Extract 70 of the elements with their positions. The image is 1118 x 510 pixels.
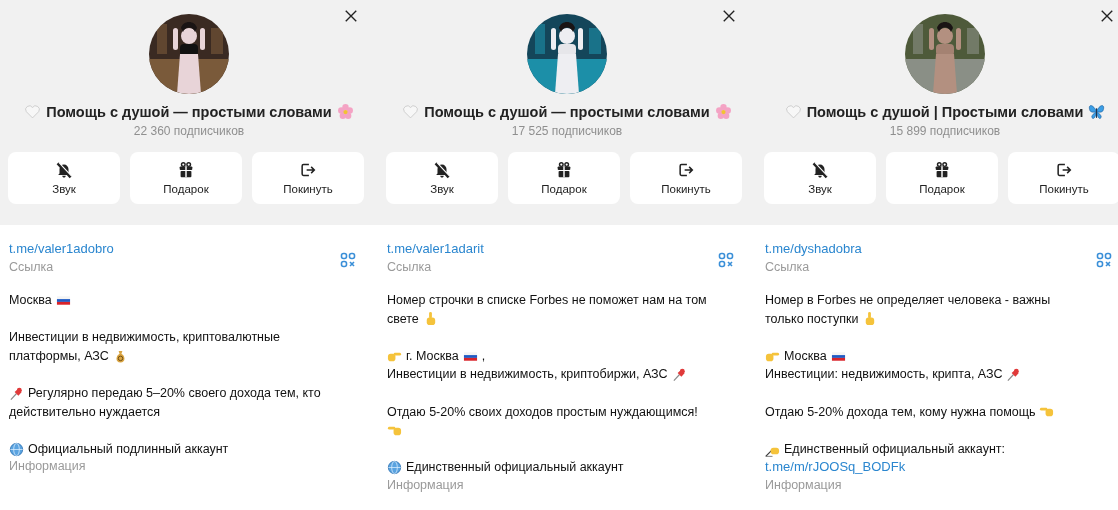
link-caption: Ссылка [9,260,55,274]
gift-icon [933,161,951,179]
channel-title: Помощь с душой | Простыми словами [806,103,1084,120]
bio-text: Номер строчки в списке Forbes не поможет нам на том [387,292,707,309]
subscriber-count: 22 360 подписчиков [133,124,245,138]
globe-icon [9,441,24,457]
muted-bell-icon [433,161,451,179]
bio-text: , [481,347,486,365]
heart-icon [402,103,420,120]
qr-code-icon[interactable] [340,252,356,268]
bio-text: Номер в Forbes не определяет человека - важны [765,292,1051,309]
link-caption: Ссылка [387,260,433,274]
bio-text: Единственный официальный аккаунт: [784,440,1005,458]
bio-caption: Информация [387,477,465,493]
flower-icon [336,103,354,120]
bio-text: действительно нуждается [9,403,161,421]
pin-icon [1006,367,1022,383]
bio-caption: Информация [765,477,843,493]
close-icon[interactable] [344,9,358,23]
channel-link[interactable]: t.me/valer1adobro [9,241,114,256]
heart-icon [24,103,42,120]
subscriber-count: 17 525 подписчиков [511,124,623,138]
gift-button[interactable]: Подарок [886,152,998,204]
butterfly-icon [1088,103,1106,120]
bio-text: свете [387,310,419,328]
mute-button[interactable]: Звук [764,152,876,204]
bio-caption: Информация [9,459,87,475]
channel-title: Помощь с душой — простыми словами [424,103,710,120]
bio-text: Инвестиции в недвижимость, криптовалютные [9,329,280,347]
gift-icon [177,161,195,179]
bio-text: Официальный подлинный аккаунт [28,440,229,458]
globe-icon [387,460,402,476]
bio-text: г. Москва [406,347,459,365]
bio-text: платформы, АЗС [9,347,109,365]
gift-icon [555,161,573,179]
subscriber-count: 15 899 подписчиков [889,124,1001,138]
bio-link[interactable]: t.me/m/rJOOSq_BODFk [765,458,906,477]
heart-icon [784,103,802,120]
channel-title: Помощь с душой — простыми словами [46,103,332,120]
bio-text: Отдаю 5-20% своих доходов простым нуждающимся! [387,403,698,421]
channel-link[interactable]: t.me/valer1adarit [387,241,484,256]
mute-button[interactable]: Звук [386,152,498,204]
exit-icon [1055,161,1073,179]
gift-button[interactable]: Подарок [130,152,242,204]
exit-icon [677,161,695,179]
muted-bell-icon [811,161,829,179]
pin-icon [671,367,687,383]
muted-bell-icon [55,161,73,179]
close-icon[interactable] [722,9,736,23]
link-caption: Ссылка [765,260,811,274]
leave-button[interactable]: Покинуть [1008,152,1118,204]
flower-icon [714,103,732,120]
channel-link[interactable]: t.me/dyshadobra [765,241,862,256]
exit-icon [299,161,317,179]
leave-button[interactable]: Покинуть [252,152,364,204]
bio-text: Регулярно передаю 5–20% своего дохода тем, кто [28,384,321,402]
qr-code-icon[interactable] [1096,252,1112,268]
pin-icon [9,385,24,401]
bio-text: Инвестиции в недвижимость, криптобиржи, АЗС [387,366,668,384]
bio-text: только поступки [765,310,859,328]
bio-text: Москва [9,292,52,309]
bio-text: Отдаю 5-20% дохода тем, кому нужна помощь [765,403,1036,421]
bio-text: Москва [784,347,827,365]
mute-button[interactable]: Звук [8,152,120,204]
qr-code-icon[interactable] [718,252,734,268]
close-icon[interactable] [1100,9,1114,23]
gift-button[interactable]: Подарок [508,152,620,204]
leave-button[interactable]: Покинуть [630,152,742,204]
bio-text: Единственный официальный аккаунт [406,459,624,477]
bio-text: Инвестиции: недвижимость, крипта, АЗС [765,366,1003,384]
